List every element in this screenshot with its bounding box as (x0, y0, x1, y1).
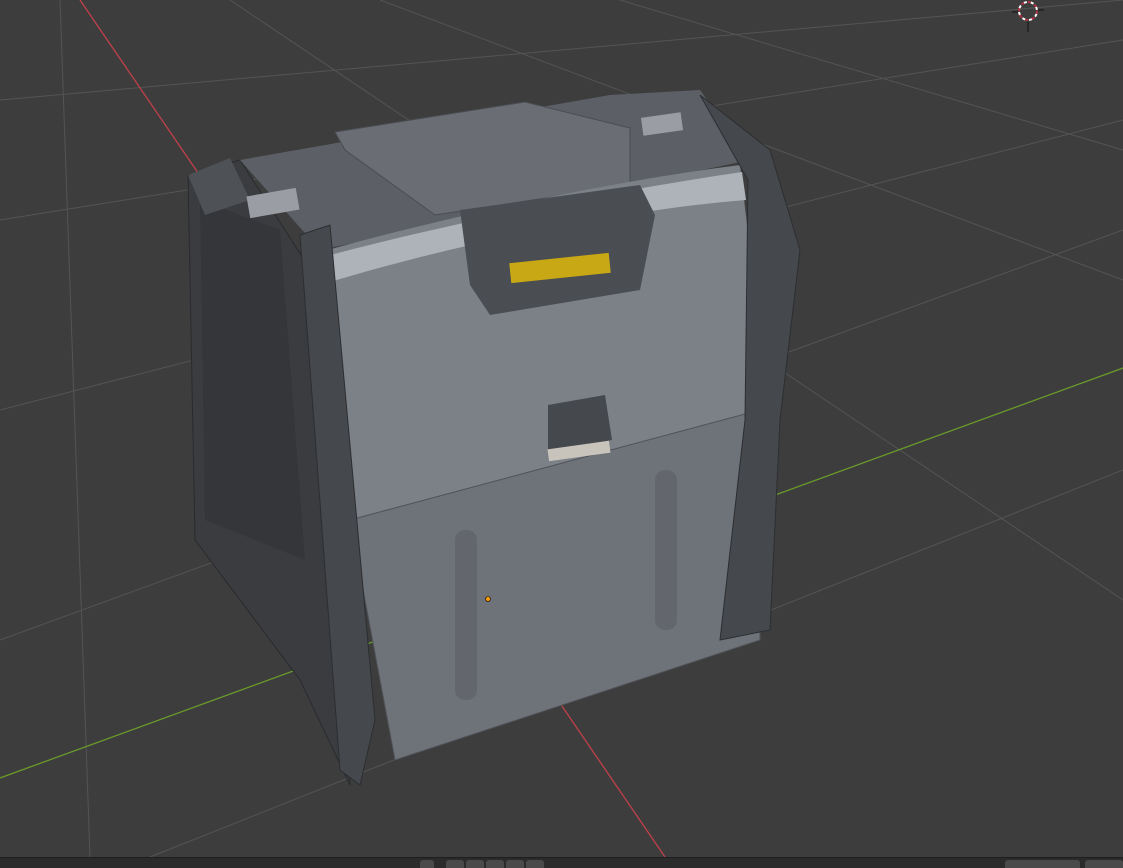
crate-model[interactable] (187, 90, 801, 786)
object-origin-icon (485, 596, 491, 602)
bottom-toolbar (0, 857, 1123, 868)
3d-viewport[interactable] (0, 0, 1123, 857)
3d-cursor-icon[interactable] (1012, 1, 1044, 32)
